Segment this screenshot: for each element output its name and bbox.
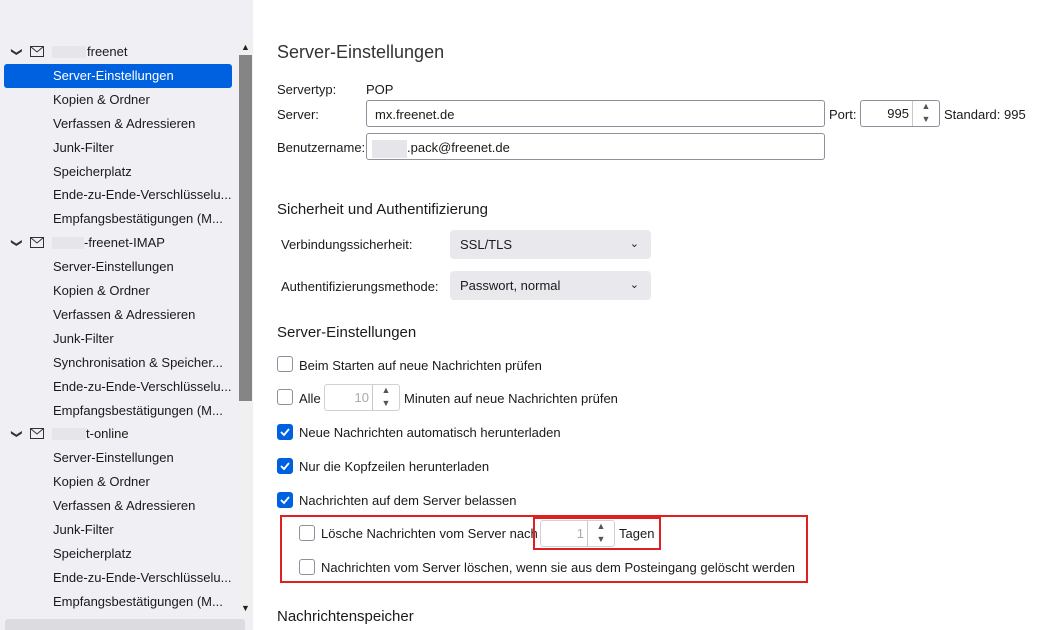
auth-value: Passwort, normal bbox=[460, 278, 561, 293]
username-label: Benutzername: bbox=[277, 140, 366, 155]
sidebar-item-junk[interactable]: Junk-Filter bbox=[0, 136, 233, 160]
servertype-value: POP bbox=[366, 82, 394, 97]
checkmark-icon bbox=[280, 428, 290, 437]
sidebar-item-server-settings[interactable]: Server-Einstellungen bbox=[0, 255, 233, 279]
chevron-up-icon[interactable]: ▲ bbox=[373, 385, 399, 398]
redacted-username bbox=[372, 139, 407, 158]
chevron-down-icon[interactable]: ▼ bbox=[373, 398, 399, 411]
headers-only-checkbox[interactable] bbox=[277, 458, 293, 474]
checkmark-icon bbox=[280, 496, 290, 505]
sidebar-item-e2e[interactable]: Ende-zu-Ende-Verschlüsselu... bbox=[0, 375, 233, 399]
chevron-down-icon[interactable]: ❯ bbox=[5, 430, 29, 439]
scroll-up-icon[interactable]: ▲ bbox=[238, 40, 253, 54]
chevron-up-icon[interactable]: ▲ bbox=[913, 101, 939, 114]
server-label: Server: bbox=[277, 107, 319, 122]
account-name: freenet bbox=[87, 44, 128, 59]
headers-only-label: Nur die Kopfzeilen herunterladen bbox=[299, 459, 490, 474]
account-name: -freenet-IMAP bbox=[84, 235, 165, 251]
scrollbar-thumb[interactable] bbox=[239, 55, 252, 401]
auth-label: Authentifizierungsmethode: bbox=[281, 279, 439, 294]
sidebar-item-junk[interactable]: Junk-Filter bbox=[0, 518, 233, 542]
chevron-down-icon[interactable]: ❯ bbox=[5, 47, 29, 56]
account-tree: ❯ freenet Server-Einstellungen Kopien & … bbox=[0, 40, 238, 614]
interval-value: 10 bbox=[354, 390, 369, 405]
account-settings-sidebar: ❯ freenet Server-Einstellungen Kopien & … bbox=[0, 0, 253, 630]
redacted-name bbox=[52, 46, 86, 58]
sidebar-item-storage[interactable]: Speicherplatz bbox=[0, 160, 233, 184]
check-every-checkbox[interactable] bbox=[277, 389, 293, 405]
conn-security-label: Verbindungssicherheit: bbox=[281, 237, 413, 252]
sidebar-item-composition[interactable]: Verfassen & Adressieren bbox=[0, 494, 233, 518]
port-label: Port: bbox=[829, 107, 857, 122]
auto-download-checkbox[interactable] bbox=[277, 424, 293, 440]
sidebar-item-server-settings[interactable]: Server-Einstellungen bbox=[0, 446, 233, 470]
mail-account-icon bbox=[30, 428, 44, 440]
mail-account-icon bbox=[30, 237, 44, 249]
sidebar-item-junk[interactable]: Junk-Filter bbox=[0, 327, 233, 351]
auto-download-label: Neue Nachrichten automatisch herunterlad… bbox=[299, 425, 561, 440]
username-input[interactable]: .pack@freenet.de bbox=[366, 133, 825, 160]
chevron-down-icon: ⌄ bbox=[629, 279, 639, 291]
highlight-box-stepper bbox=[533, 517, 661, 550]
redacted-name bbox=[52, 428, 86, 441]
sidebar-item-copies-folders[interactable]: Kopien & Ordner bbox=[0, 279, 233, 303]
chevron-down-icon: ⌄ bbox=[629, 238, 639, 250]
sidebar-item-copies-folders[interactable]: Kopien & Ordner bbox=[0, 88, 233, 112]
server-input[interactable]: mx.freenet.de bbox=[366, 100, 825, 127]
security-heading: Sicherheit und Authentifizierung bbox=[277, 201, 488, 218]
account-freenet[interactable]: ❯ freenet bbox=[0, 40, 238, 64]
storage-heading: Nachrichtenspeicher bbox=[277, 608, 414, 625]
account-t-online[interactable]: ❯ t-online bbox=[0, 422, 238, 446]
check-on-start-checkbox[interactable] bbox=[277, 356, 293, 372]
sidebar-item-receipts[interactable]: Empfangsbestätigungen (M... bbox=[0, 207, 233, 231]
mail-account-icon bbox=[30, 46, 44, 57]
server-settings-heading: Server-Einstellungen bbox=[277, 324, 417, 341]
username-value: .pack@freenet.de bbox=[407, 140, 510, 155]
every-label: Alle bbox=[299, 391, 321, 406]
check-on-start-label: Beim Starten auf neue Nachrichten prüfen bbox=[299, 358, 542, 373]
sidebar-item-receipts[interactable]: Empfangsbestätigungen (M... bbox=[0, 590, 233, 614]
redacted-name bbox=[52, 237, 84, 250]
sidebar-footer-item bbox=[5, 619, 245, 630]
conn-security-select[interactable]: SSL/TLS ⌄ bbox=[450, 230, 651, 259]
port-stepper[interactable]: 995 ▲ ▼ bbox=[860, 100, 940, 127]
servertype-label: Servertyp: bbox=[277, 82, 337, 97]
scroll-down-icon[interactable]: ▼ bbox=[238, 601, 253, 615]
sidebar-item-receipts[interactable]: Empfangsbestätigungen (M... bbox=[0, 399, 233, 423]
page-title: Server-Einstellungen bbox=[277, 42, 445, 62]
sidebar-item-e2e[interactable]: Ende-zu-Ende-Verschlüsselu... bbox=[0, 183, 233, 207]
auth-select[interactable]: Passwort, normal ⌄ bbox=[450, 271, 651, 300]
sidebar-item-copies-folders[interactable]: Kopien & Ordner bbox=[0, 470, 233, 494]
sidebar-item-storage[interactable]: Speicherplatz bbox=[0, 542, 233, 566]
conn-security-value: SSL/TLS bbox=[460, 237, 513, 252]
every-suffix-label: Minuten auf neue Nachrichten prüfen bbox=[404, 391, 618, 406]
sidebar-item-composition[interactable]: Verfassen & Adressieren bbox=[0, 303, 233, 327]
sidebar-item-e2e[interactable]: Ende-zu-Ende-Verschlüsselu... bbox=[0, 566, 233, 590]
sidebar-item-composition[interactable]: Verfassen & Adressieren bbox=[0, 112, 233, 136]
port-standard-label: Standard: 995 bbox=[944, 107, 1026, 122]
checkmark-icon bbox=[280, 462, 290, 471]
chevron-down-icon[interactable]: ❯ bbox=[5, 239, 29, 248]
sidebar-item-sync-storage[interactable]: Synchronisation & Speicher... bbox=[0, 351, 233, 375]
leave-on-server-label: Nachrichten auf dem Server belassen bbox=[299, 493, 517, 508]
chevron-down-icon[interactable]: ▼ bbox=[913, 114, 939, 127]
sidebar-item-server-settings[interactable]: Server-Einstellungen bbox=[4, 64, 232, 88]
account-name: t-online bbox=[86, 426, 129, 442]
port-value: 995 bbox=[887, 106, 909, 121]
sidebar-scrollbar[interactable]: ▲ ▼ bbox=[238, 40, 253, 615]
leave-on-server-checkbox[interactable] bbox=[277, 492, 293, 508]
account-freenet-imap[interactable]: ❯ -freenet-IMAP bbox=[0, 231, 238, 255]
check-interval-stepper[interactable]: 10 ▲ ▼ bbox=[324, 384, 400, 411]
